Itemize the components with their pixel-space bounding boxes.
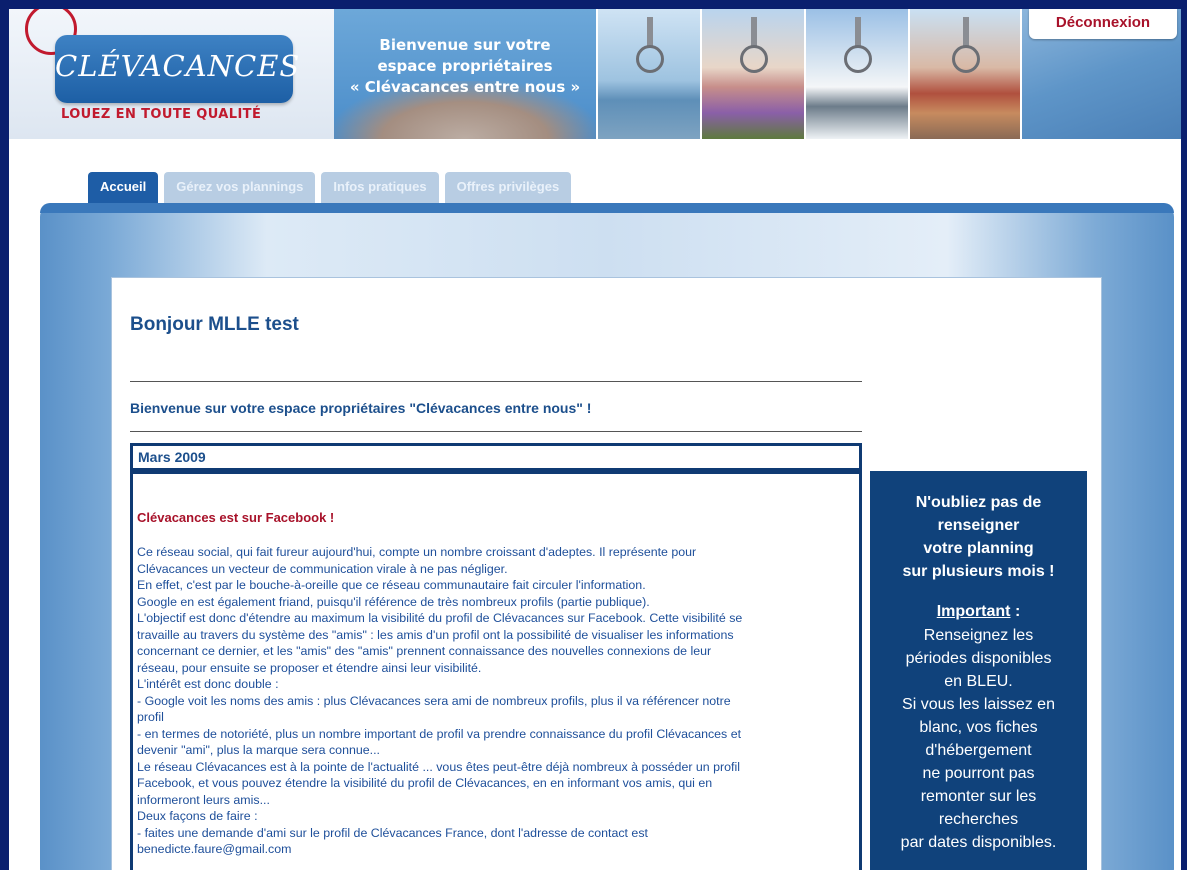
news-line: - Google voit les noms des amis : plus C…: [137, 693, 731, 708]
news-article[interactable]: Clévacances est sur Facebook ! Ce réseau…: [130, 471, 862, 870]
news-line: Clévacances un vecteur de communication …: [137, 561, 508, 576]
key-icon: [844, 45, 872, 73]
news-line: L'objectif est donc d'étendre au maximum…: [137, 611, 743, 625]
welcome-message: Bienvenue sur votre espace propriétaires…: [130, 400, 592, 416]
reminder-line: recherches: [938, 811, 1019, 828]
reminder-title-line: sur plusieurs mois !: [902, 563, 1055, 580]
reminder-line: Renseignez les: [923, 627, 1034, 644]
news-line: devenir "ami", plus la marque sera connu…: [137, 743, 380, 757]
reminder-title-line: votre planning: [923, 540, 1034, 557]
reminder-line: périodes disponibles: [905, 650, 1052, 667]
main-tabs: Accueil Gérez vos plannings Infos pratiq…: [88, 172, 572, 206]
news-line: Google en est également friand, puisqu'i…: [137, 594, 650, 609]
news-line: Deux façons de faire :: [137, 809, 258, 823]
content-area: Bonjour MLLE test Bienvenue sur votre es…: [111, 277, 1102, 870]
key-icon: [636, 45, 664, 73]
header-banner: CLÉVACANCES LOUEZ EN TOUTE QUALITÉ Bienv…: [9, 9, 1181, 139]
reminder-body: Renseignez les périodes disponibles en B…: [870, 624, 1087, 854]
reminder-line: remonter sur les: [920, 788, 1037, 805]
news-line: Le réseau Clévacances est à la pointe de…: [137, 759, 740, 774]
panel-top-bar: [40, 203, 1174, 213]
banner-welcome-line: espace propriétaires: [377, 57, 553, 75]
banner-welcome-line: « Clévacances entre nous »: [349, 78, 581, 96]
banner-photo-house: [700, 9, 804, 139]
logo-text: CLÉVACANCES: [55, 49, 301, 83]
news-line: Ce réseau social, qui fait fureur aujour…: [137, 545, 697, 559]
key-icon: [952, 45, 980, 73]
banner-welcome: Bienvenue sur votre espace propriétaires…: [334, 9, 596, 139]
logo-area[interactable]: CLÉVACANCES LOUEZ EN TOUTE QUALITÉ: [9, 9, 337, 139]
news-line: profil: [137, 710, 164, 724]
news-date: Mars 2009: [130, 443, 862, 471]
reminder-line: d'hébergement: [925, 742, 1032, 759]
reminder-line: Si vous les laissez en: [902, 696, 1055, 713]
news-line: L'intérêt est donc double :: [137, 677, 279, 691]
banner-photo-town: [908, 9, 1020, 139]
logo-tagline: LOUEZ EN TOUTE QUALITÉ: [61, 107, 262, 122]
reminder-important: Important :: [870, 600, 1087, 623]
news-line: concernant ce dernier, et les "amis" des…: [137, 644, 712, 658]
news-line: - en termes de notoriété, plus un nombre…: [137, 726, 742, 741]
reminder-title-line: N'oubliez pas de: [915, 494, 1042, 511]
news-line: Facebook, et vous pouvez étendre la visi…: [137, 776, 713, 790]
important-suffix: :: [1010, 603, 1021, 620]
banner-welcome-line: Bienvenue sur votre: [379, 36, 551, 54]
news-line: informeront leurs amis...: [137, 792, 270, 807]
planning-reminder-box: N'oubliez pas de renseigner votre planni…: [870, 471, 1087, 870]
tab-offres-privileges[interactable]: Offres privilèges: [444, 172, 572, 206]
news-title: Clévacances est sur Facebook !: [137, 510, 335, 525]
reminder-line: par dates disponibles.: [900, 834, 1057, 851]
logo: CLÉVACANCES: [55, 35, 301, 103]
banner-photo-chalet: [804, 9, 908, 139]
banner-welcome-text: Bienvenue sur votre espace propriétaires…: [334, 35, 596, 98]
banner-photo-seaside: [596, 9, 700, 139]
news-line: - faites une demande d'ami sur le profil…: [137, 825, 648, 840]
news-line: En effet, c'est par le bouche-à-oreille …: [137, 578, 646, 592]
tab-infos-pratiques[interactable]: Infos pratiques: [321, 172, 439, 206]
tab-plannings[interactable]: Gérez vos plannings: [164, 172, 316, 206]
reminder-line: en BLEU.: [944, 673, 1013, 690]
news-line: réseau, pour ensuite se proposer et éten…: [137, 660, 482, 675]
important-label: Important: [936, 603, 1011, 620]
page-title: Bonjour MLLE test: [130, 314, 299, 335]
news-body: Ce réseau social, qui fait fureur aujour…: [137, 544, 857, 858]
news-line: travaille au travers du système des "ami…: [137, 627, 734, 642]
reminder-title-line: renseigner: [937, 517, 1020, 534]
divider: [130, 381, 862, 382]
divider: [130, 431, 862, 432]
logout-button[interactable]: Déconnexion: [1029, 9, 1177, 39]
tab-accueil[interactable]: Accueil: [88, 172, 159, 206]
reminder-line: blanc, vos fiches: [919, 719, 1038, 736]
key-icon: [740, 45, 768, 73]
reminder-line: ne pourront pas: [922, 765, 1035, 782]
reminder-title: N'oubliez pas de renseigner votre planni…: [870, 491, 1087, 583]
contact-email-link[interactable]: benedicte.faure@gmail.com: [137, 841, 857, 858]
